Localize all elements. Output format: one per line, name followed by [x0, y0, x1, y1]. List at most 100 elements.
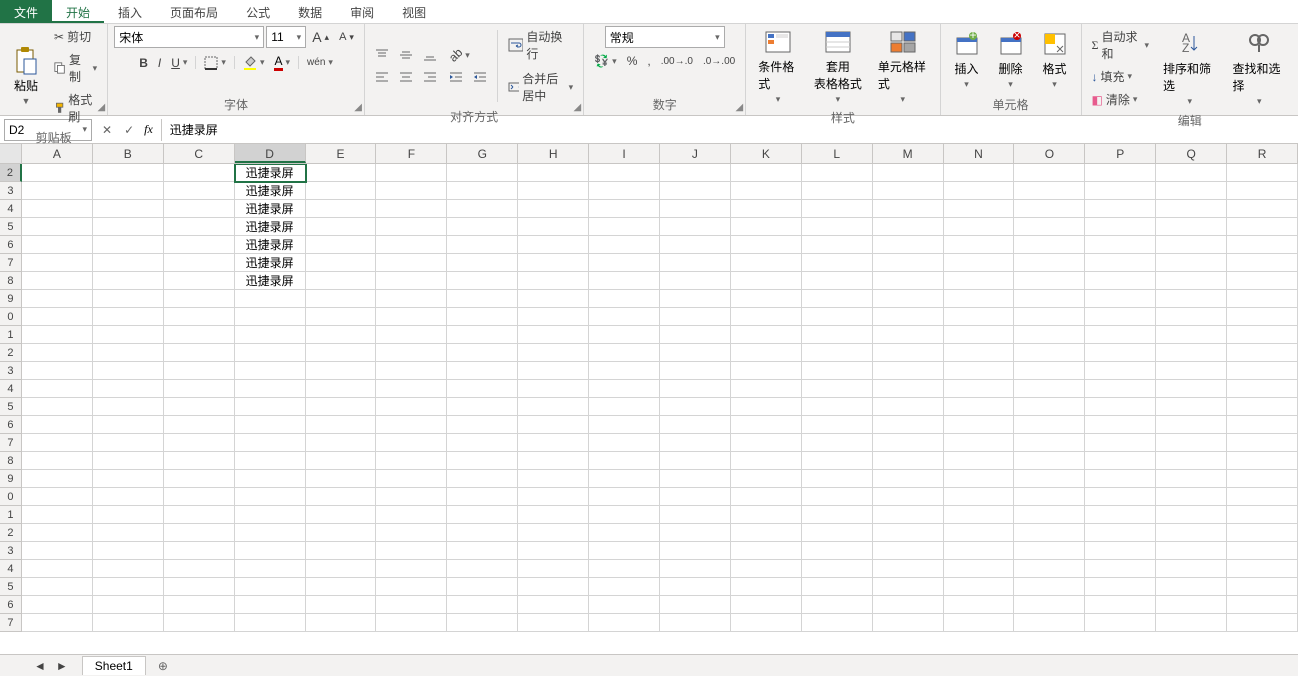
cell[interactable] — [164, 236, 235, 254]
cell[interactable] — [164, 542, 235, 560]
sheet-tab[interactable]: Sheet1 — [82, 656, 146, 675]
cell[interactable] — [1227, 560, 1298, 578]
cell[interactable] — [235, 308, 306, 326]
cell[interactable] — [518, 254, 589, 272]
cell[interactable] — [164, 398, 235, 416]
cell[interactable] — [1014, 452, 1085, 470]
row-header[interactable]: 8 — [0, 272, 22, 290]
column-header[interactable]: J — [660, 144, 731, 163]
row-header[interactable]: 1 — [0, 506, 22, 524]
tab-data[interactable]: 数据 — [284, 0, 336, 23]
row-header[interactable]: 2 — [0, 524, 22, 542]
cell[interactable] — [1014, 362, 1085, 380]
row-header[interactable]: 4 — [0, 380, 22, 398]
cell[interactable] — [235, 416, 306, 434]
cell[interactable] — [235, 560, 306, 578]
cell[interactable] — [306, 416, 377, 434]
cell[interactable] — [589, 398, 660, 416]
cell[interactable] — [1227, 434, 1298, 452]
row-header[interactable]: 5 — [0, 398, 22, 416]
cell[interactable] — [93, 344, 164, 362]
dialog-launcher-icon[interactable]: ◢ — [97, 102, 105, 113]
conditional-format-button[interactable]: 条件格式▾ — [752, 26, 804, 107]
align-center-button[interactable] — [395, 68, 417, 86]
cell[interactable] — [518, 596, 589, 614]
cell[interactable]: 迅捷录屏 — [235, 218, 306, 236]
cell[interactable] — [235, 470, 306, 488]
cell[interactable] — [1085, 272, 1156, 290]
add-sheet-button[interactable]: ⊕ — [150, 659, 176, 673]
cell[interactable] — [306, 308, 377, 326]
cell[interactable] — [873, 290, 944, 308]
cell[interactable] — [731, 218, 802, 236]
cell[interactable] — [518, 236, 589, 254]
column-header[interactable]: B — [93, 144, 164, 163]
cell[interactable] — [1085, 254, 1156, 272]
cell[interactable] — [802, 488, 873, 506]
cell[interactable] — [235, 380, 306, 398]
cell[interactable] — [22, 380, 93, 398]
fill-color-button[interactable]: ▾ — [239, 54, 269, 72]
cell[interactable] — [306, 200, 377, 218]
cell[interactable] — [447, 344, 518, 362]
cell[interactable] — [802, 200, 873, 218]
cell[interactable] — [731, 326, 802, 344]
cell[interactable] — [235, 506, 306, 524]
cell[interactable] — [873, 362, 944, 380]
column-header[interactable]: D — [235, 144, 306, 163]
cell[interactable] — [1014, 578, 1085, 596]
row-header[interactable]: 2 — [0, 164, 22, 182]
cell[interactable] — [93, 560, 164, 578]
cell[interactable] — [660, 290, 731, 308]
cell[interactable] — [1156, 524, 1227, 542]
cell[interactable] — [1156, 344, 1227, 362]
cell[interactable] — [1085, 452, 1156, 470]
cell[interactable] — [944, 164, 1015, 182]
cell[interactable] — [518, 398, 589, 416]
cell[interactable] — [944, 416, 1015, 434]
cell[interactable] — [22, 326, 93, 344]
cell[interactable] — [944, 308, 1015, 326]
fx-label[interactable]: fx — [140, 119, 162, 141]
cell[interactable] — [22, 182, 93, 200]
cell[interactable] — [93, 488, 164, 506]
cell[interactable] — [518, 578, 589, 596]
cell[interactable] — [306, 470, 377, 488]
cell[interactable] — [235, 326, 306, 344]
cell[interactable] — [164, 182, 235, 200]
cell[interactable] — [1156, 506, 1227, 524]
cell[interactable] — [873, 524, 944, 542]
paste-button[interactable]: 粘贴 ▼ — [6, 45, 46, 108]
cell[interactable] — [306, 578, 377, 596]
cell[interactable] — [1085, 470, 1156, 488]
cell[interactable] — [518, 542, 589, 560]
cell[interactable] — [235, 542, 306, 560]
cell[interactable] — [873, 488, 944, 506]
cell[interactable] — [518, 218, 589, 236]
cell[interactable] — [944, 614, 1015, 632]
cell[interactable] — [518, 488, 589, 506]
cell[interactable] — [164, 344, 235, 362]
cell[interactable] — [1156, 542, 1227, 560]
insert-cells-button[interactable]: + 插入▾ — [947, 28, 987, 92]
cell[interactable] — [1227, 578, 1298, 596]
cell[interactable] — [660, 218, 731, 236]
cell[interactable] — [1156, 470, 1227, 488]
cell[interactable] — [589, 308, 660, 326]
cell[interactable] — [306, 506, 377, 524]
cell[interactable] — [164, 560, 235, 578]
cell[interactable] — [802, 362, 873, 380]
cell[interactable] — [306, 542, 377, 560]
cell[interactable] — [447, 578, 518, 596]
cell[interactable] — [164, 524, 235, 542]
cell[interactable] — [802, 596, 873, 614]
sheet-nav-prev[interactable]: ◄ — [30, 657, 50, 675]
cell[interactable] — [1227, 290, 1298, 308]
align-middle-button[interactable] — [395, 46, 417, 64]
cell[interactable] — [1085, 164, 1156, 182]
cell[interactable] — [731, 524, 802, 542]
cell[interactable] — [1085, 488, 1156, 506]
fill-button[interactable]: ↓填充▾ — [1088, 66, 1154, 87]
cell[interactable] — [22, 290, 93, 308]
cell[interactable] — [802, 452, 873, 470]
